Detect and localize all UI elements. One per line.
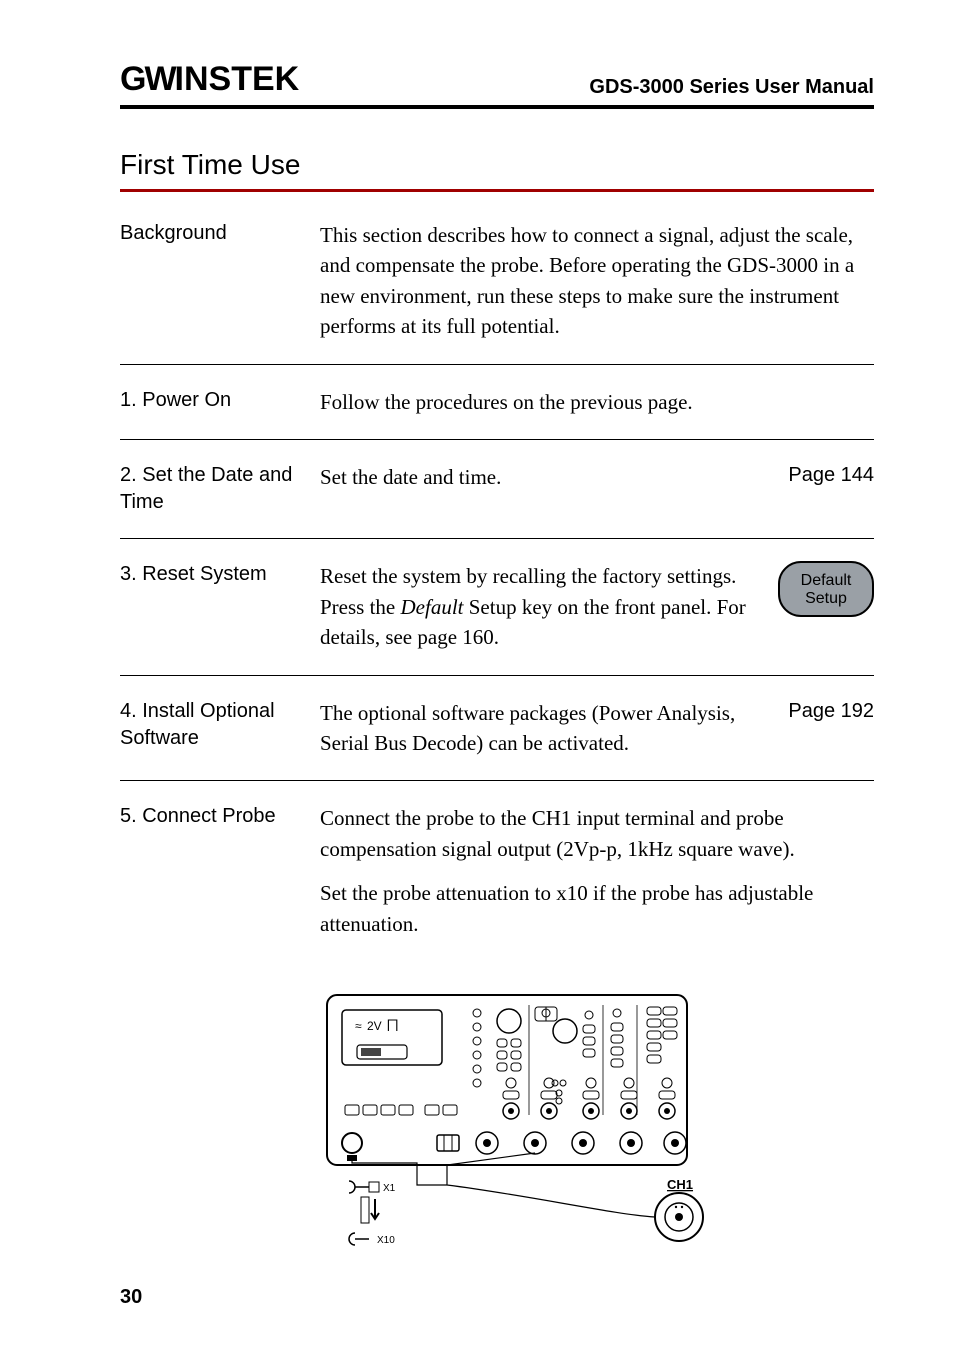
svg-text:Setup: Setup	[805, 590, 847, 607]
row-background: Background This section describes how to…	[120, 220, 874, 365]
probe-connection-diagram: ≈ 2V ⨅	[160, 985, 874, 1255]
row-install-software: 4. Install Optional Software The optiona…	[120, 698, 874, 782]
row-side-page: Page 192	[788, 698, 874, 725]
row-body-italic: Default	[401, 595, 464, 619]
pulse-icon: ⨅	[387, 1017, 398, 1033]
row-left: 4. Install Optional Software	[120, 698, 320, 752]
wave-label: 2V	[367, 1019, 382, 1033]
default-setup-button-icon: Default Setup	[778, 561, 874, 617]
row-connect-probe: 5. Connect Probe Connect the probe to th…	[120, 803, 874, 961]
row-left: 1. Power On	[120, 387, 320, 414]
row-reset-system: 3. Reset System Reset the system by reca…	[120, 561, 874, 675]
ch1-callout: CH1	[655, 1177, 703, 1241]
row-body: The optional software packages (Power An…	[320, 698, 788, 759]
row-body-p2: Set the probe attenuation to x10 if the …	[320, 878, 858, 939]
manual-title: GDS-3000 Series User Manual	[589, 76, 874, 99]
row-left: 5. Connect Probe	[120, 803, 320, 830]
row-body: This section describes how to connect a …	[320, 220, 874, 342]
svg-text:Default: Default	[801, 572, 852, 589]
row-body: Set the date and time.	[320, 462, 788, 492]
ch1-label: CH1	[667, 1177, 693, 1192]
row-date-time: 2. Set the Date and Time Set the date an…	[120, 462, 874, 539]
row-power-on: 1. Power On Follow the procedures on the…	[120, 387, 874, 440]
brand-gw: GW	[120, 60, 175, 99]
brand-instek: INSTEK	[175, 60, 300, 99]
row-body: Reset the system by recalling the factor…	[320, 561, 778, 652]
probe-x1-label: X1	[383, 1183, 396, 1194]
row-body-p1: Connect the probe to the CH1 input termi…	[320, 803, 858, 864]
row-left: 3. Reset System	[120, 561, 320, 588]
bottom-ports	[342, 1132, 686, 1161]
row-left: Background	[120, 220, 320, 247]
page-number: 30	[120, 1286, 142, 1309]
wave-approx-icon: ≈	[355, 1019, 362, 1033]
bottom-buttons	[345, 1105, 457, 1115]
brand-logo: GWINSTEK	[120, 60, 299, 99]
row-body: Follow the procedures on the previous pa…	[320, 387, 874, 417]
row-left: 2. Set the Date and Time	[120, 462, 320, 516]
section-rule	[120, 189, 874, 192]
row-side-page: Page 144	[788, 462, 874, 489]
control-cluster	[473, 1005, 677, 1119]
section-title: First Time Use	[120, 149, 874, 181]
probe-x10-label: X10	[377, 1235, 395, 1246]
probe-detail: X1 X10	[349, 1153, 655, 1246]
